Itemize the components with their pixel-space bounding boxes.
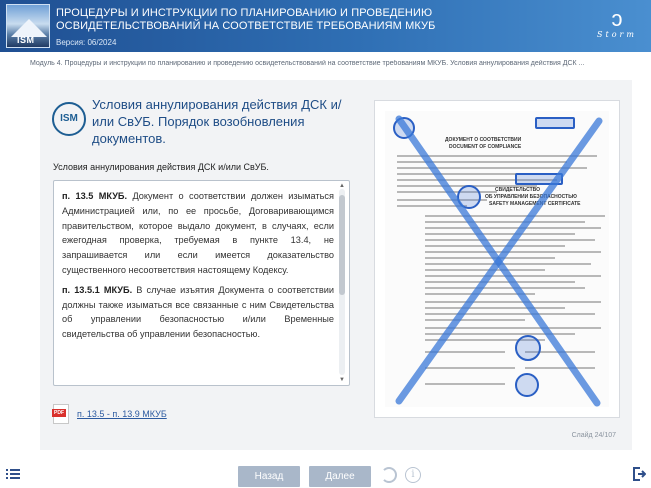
paragraph-ref: п. 13.5 МКУБ. bbox=[62, 191, 128, 201]
slide-heading: Условия аннулирования действия ДСК и/или… bbox=[92, 97, 342, 146]
logo-text: ISM bbox=[17, 35, 35, 45]
scroll-up-arrow-icon[interactable]: ▲ bbox=[338, 183, 346, 189]
cancelled-cross-mark bbox=[395, 115, 603, 407]
info-icon[interactable]: i bbox=[405, 467, 421, 483]
swirl-icon: ↄ bbox=[611, 6, 623, 31]
scrollbar[interactable] bbox=[339, 189, 345, 375]
reload-icon[interactable] bbox=[381, 467, 397, 483]
menu-icon[interactable] bbox=[6, 468, 20, 480]
pdf-link[interactable]: п. 13.5 - п. 13.9 МКУБ bbox=[77, 409, 167, 419]
paragraph-13-5: п. 13.5 МКУБ. Документ о соответствии до… bbox=[62, 189, 334, 278]
text-panel: ISM Условия аннулирования действия ДСК и… bbox=[52, 92, 352, 428]
scrollable-text-box[interactable]: п. 13.5 МКУБ. Документ о соответствии до… bbox=[53, 180, 350, 386]
scrollbar-thumb[interactable] bbox=[339, 195, 345, 295]
text-content: п. 13.5 МКУБ. Документ о соответствии до… bbox=[62, 189, 334, 347]
certificate-scan: ДОКУМЕНТ О СООТВЕТСТВИИ DOCUMENT OF COMP… bbox=[385, 111, 609, 407]
next-button[interactable]: Далее bbox=[309, 466, 371, 487]
document-preview-image: ДОКУМЕНТ О СООТВЕТСТВИИ DOCUMENT OF COMP… bbox=[374, 100, 620, 418]
scroll-down-arrow-icon[interactable]: ▼ bbox=[338, 377, 346, 383]
course-logo: ISM bbox=[6, 4, 50, 48]
slide-subheading: Условия аннулирования действия ДСК и/или… bbox=[53, 162, 269, 172]
back-button[interactable]: Назад bbox=[238, 466, 300, 487]
pdf-file-icon[interactable]: PDF bbox=[52, 404, 69, 424]
ism-globe-icon: ISM bbox=[52, 102, 86, 136]
course-version: Версия: 06/2024 bbox=[56, 38, 117, 47]
brand-logo: ↄ Storm bbox=[597, 8, 637, 46]
breadcrumb: Модуль 4. Процедуры и инструкции по план… bbox=[30, 60, 585, 67]
exit-icon[interactable] bbox=[632, 467, 646, 481]
paragraph-text: Документ о соответствии должен изыматься… bbox=[62, 191, 334, 275]
pdf-tag: PDF bbox=[52, 409, 66, 417]
paragraph-13-5-1: п. 13.5.1 МКУБ. В случае изъятия Докумен… bbox=[62, 283, 334, 342]
course-title: ПРОЦЕДУРЫ И ИНСТРУКЦИИ ПО ПЛАНИРОВАНИЮ И… bbox=[56, 7, 436, 32]
slide-counter: Слайд 24/107 bbox=[571, 432, 616, 439]
app-header: ISM ПРОЦЕДУРЫ И ИНСТРУКЦИИ ПО ПЛАНИРОВАН… bbox=[0, 0, 651, 52]
slide-content: ISM Условия аннулирования действия ДСК и… bbox=[40, 80, 632, 450]
paragraph-ref: п. 13.5.1 МКУБ. bbox=[62, 284, 133, 295]
brand-text: Storm bbox=[597, 30, 637, 39]
